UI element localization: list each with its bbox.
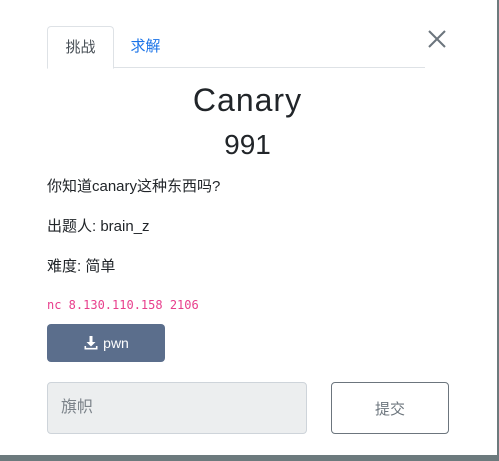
submit-button[interactable]: 提交	[331, 382, 449, 434]
connection-command: nc 8.130.110.158 2106	[47, 298, 199, 312]
challenge-description: 你知道canary这种东西吗?	[47, 178, 221, 195]
tab-solves[interactable]: 求解	[114, 26, 177, 68]
download-icon	[84, 336, 98, 350]
challenge-modal: 挑战 求解 Canary 991 你知道canary这种东西吗? 出题人: br…	[0, 0, 499, 461]
challenge-score: 991	[224, 129, 271, 160]
tab-challenge[interactable]: 挑战	[47, 26, 114, 69]
close-icon	[428, 30, 446, 48]
page-backdrop-strip	[0, 455, 499, 461]
download-pwn-button[interactable]: pwn	[47, 324, 165, 362]
challenge-difficulty: 难度: 简单	[47, 258, 116, 275]
download-label: pwn	[103, 335, 129, 351]
challenge-tabs: 挑战 求解	[47, 26, 425, 69]
close-button[interactable]	[424, 26, 450, 52]
challenge-name: Canary	[192, 82, 303, 118]
flag-input[interactable]	[47, 382, 307, 434]
challenge-author: 出题人: brain_z	[47, 218, 150, 235]
